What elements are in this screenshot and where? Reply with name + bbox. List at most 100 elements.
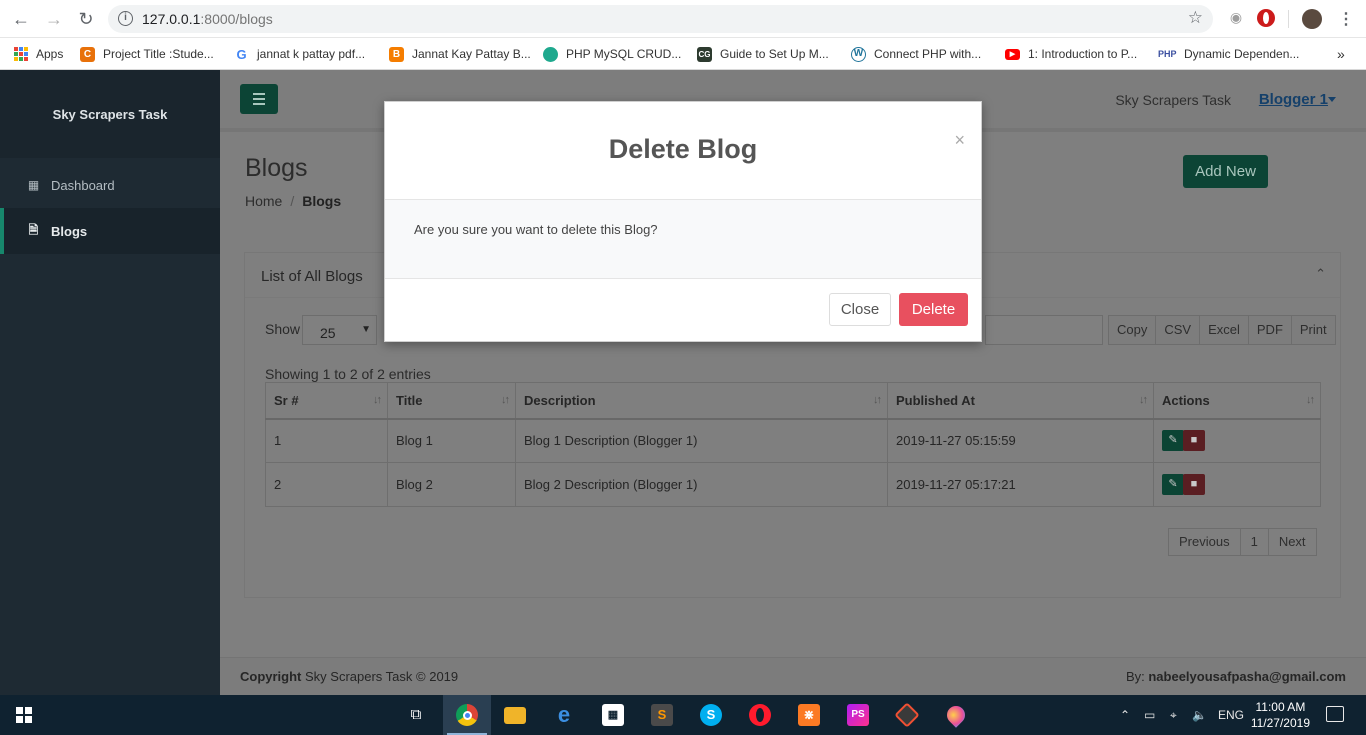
c-logo-icon: C [80, 46, 95, 62]
git-icon[interactable] [883, 695, 931, 735]
browser-toolbar: ← → ↻ i 127.0.0.1:8000/blogs ☆ ◉ ⋮ [0, 0, 1366, 38]
cell-actions: ✎ ■ [1153, 462, 1321, 507]
bookmark-item[interactable]: C Project Title :Stude... [80, 44, 214, 64]
delete-button[interactable]: Delete [899, 293, 968, 326]
chrome-icon[interactable] [443, 695, 491, 735]
user-menu[interactable]: Blogger 1 [1259, 91, 1328, 108]
google-icon: G [236, 46, 247, 62]
sidebar-toggle-button[interactable] [240, 84, 278, 114]
modal-header: Delete Blog × [385, 102, 981, 200]
sidebar-brand[interactable]: Sky Scrapers Task [0, 70, 220, 158]
chevron-down-icon [1328, 97, 1336, 102]
opera-icon[interactable] [1257, 9, 1277, 29]
opera-icon[interactable] [736, 695, 784, 735]
reload-icon[interactable]: ↻ [75, 9, 97, 29]
close-icon[interactable]: × [954, 130, 965, 151]
url-text[interactable]: 127.0.0.1:8000/blogs [142, 11, 273, 27]
task-view-icon[interactable]: ⧉ [392, 695, 440, 735]
bookmark-item[interactable]: CG Guide to Set Up M... [697, 44, 829, 64]
trash-icon[interactable]: ■ [1183, 430, 1205, 452]
toolbar-divider [1288, 10, 1289, 28]
add-new-button[interactable]: Add New [1183, 155, 1268, 188]
xampp-icon[interactable]: ⋇ [785, 695, 833, 735]
notifications-icon[interactable] [1326, 706, 1344, 722]
edge-icon[interactable]: e [540, 695, 588, 735]
windows-start-icon[interactable] [16, 707, 32, 723]
export-buttons: Copy CSV Excel PDF Print [1108, 315, 1336, 345]
bookmark-item[interactable]: B Jannat Kay Pattay B... [389, 44, 531, 64]
close-button[interactable]: Close [829, 293, 891, 326]
store-icon[interactable]: ▦ [589, 695, 637, 735]
camera-icon[interactable]: ◉ [1226, 9, 1246, 29]
profile-avatar[interactable] [1302, 9, 1322, 29]
trash-icon[interactable]: ■ [1183, 474, 1205, 495]
page-size-select[interactable]: 25 ▼ [302, 315, 377, 345]
bookmark-item[interactable]: Gjannat k pattay pdf... [234, 44, 365, 64]
language-indicator[interactable]: ENG [1218, 695, 1244, 735]
page-footer: Copyright Sky Scrapers Task © 2019 By: n… [220, 657, 1366, 695]
youtube-icon: ▶ [1005, 48, 1020, 60]
forward-arrow-icon[interactable]: → [43, 9, 65, 29]
delete-blog-modal: Delete Blog × Are you sure you want to d… [384, 101, 982, 342]
bookmark-star-icon[interactable]: ☆ [1188, 8, 1203, 28]
cell-sr: 2 [265, 462, 388, 507]
table-search-input[interactable] [985, 315, 1103, 345]
blogger-icon: B [389, 46, 404, 62]
copy-button[interactable]: Copy [1108, 315, 1157, 345]
excel-button[interactable]: Excel [1199, 315, 1249, 345]
sort-icon: ↓↑ [1306, 394, 1315, 406]
volume-icon[interactable]: 🔈 [1192, 695, 1207, 735]
show-hidden-icons-button[interactable]: ⌃ [1120, 695, 1130, 735]
menu-kebab-icon[interactable]: ⋮ [1336, 9, 1356, 29]
column-header-title[interactable]: Title ↓↑ [387, 382, 516, 420]
sublime-text-icon[interactable]: S [638, 695, 686, 735]
bookmarks-overflow-button[interactable]: » [1337, 44, 1345, 64]
bookmark-item[interactable]: ▶ 1: Introduction to P... [1005, 44, 1137, 64]
column-header-description[interactable]: Description ↓↑ [515, 382, 888, 420]
cell-published-at: 2019-11-27 05:17:21 [887, 462, 1154, 507]
card-title: List of All Blogs [261, 268, 363, 285]
navbar-site-title: Sky Scrapers Task [1115, 92, 1231, 108]
bookmark-apps[interactable]: Apps [14, 44, 63, 64]
clock[interactable]: 11:00 AM 11/27/2019 [1251, 699, 1310, 731]
sidebar-item-blogs[interactable]: 🗎 Blogs [0, 208, 220, 254]
table-info: Showing 1 to 2 of 2 entries [265, 366, 431, 382]
bookmark-item[interactable]: PHP MySQL CRUD... [543, 44, 681, 64]
pagination: Previous 1 Next [1168, 528, 1317, 556]
back-arrow-icon[interactable]: ← [10, 9, 32, 29]
address-bar[interactable]: i 127.0.0.1:8000/blogs ☆ [108, 5, 1213, 33]
next-page-button[interactable]: Next [1267, 528, 1317, 556]
footer-author: By: nabeelyousafpasha@gmail.com [1125, 669, 1346, 684]
sidebar: Sky Scrapers Task ▦ Dashboard 🗎 Blogs [0, 70, 220, 695]
dashboard-icon: ▦ [27, 178, 40, 192]
column-header-published-at[interactable]: Published At ↓↑ [887, 382, 1154, 420]
cell-description: Blog 2 Description (Blogger 1) [515, 462, 888, 507]
chevron-up-icon[interactable]: ⌃ [1315, 266, 1326, 282]
clock-date: 11/27/2019 [1250, 716, 1310, 730]
csv-button[interactable]: CSV [1155, 315, 1201, 345]
bookmark-item[interactable]: PHP Dynamic Dependen... [1158, 44, 1299, 64]
breadcrumb-home[interactable]: Home [245, 193, 282, 209]
page-number-button[interactable]: 1 [1239, 528, 1269, 556]
edit-icon[interactable]: ✎ [1162, 474, 1184, 495]
paint-3d-icon[interactable] [932, 695, 980, 735]
previous-page-button[interactable]: Previous [1168, 528, 1241, 556]
edit-icon[interactable]: ✎ [1162, 430, 1184, 452]
wifi-icon[interactable]: ⌖ [1170, 695, 1177, 735]
phpstorm-icon[interactable]: PS [834, 695, 882, 735]
pdf-button[interactable]: PDF [1247, 315, 1292, 345]
skype-icon[interactable]: S [687, 695, 735, 735]
battery-icon[interactable]: ▭ [1144, 695, 1155, 735]
column-header-actions[interactable]: Actions ↓↑ [1153, 382, 1321, 420]
print-button[interactable]: Print [1290, 315, 1336, 345]
footer-copyright: Copyright Sky Scrapers Task © 2019 [240, 669, 459, 684]
table-row: 2 Blog 2 Blog 2 Description (Blogger 1) … [265, 462, 1321, 507]
bookmark-item[interactable]: W Connect PHP with... [851, 44, 981, 64]
file-explorer-icon[interactable] [491, 695, 539, 735]
sidebar-item-label: Dashboard [51, 177, 115, 193]
column-header-sr[interactable]: Sr # ↓↑ [265, 382, 388, 420]
php-icon: PHP [1158, 48, 1177, 59]
sidebar-item-dashboard[interactable]: ▦ Dashboard [0, 162, 220, 208]
sort-icon: ↓↑ [1139, 394, 1148, 406]
site-info-icon[interactable]: i [118, 11, 133, 26]
